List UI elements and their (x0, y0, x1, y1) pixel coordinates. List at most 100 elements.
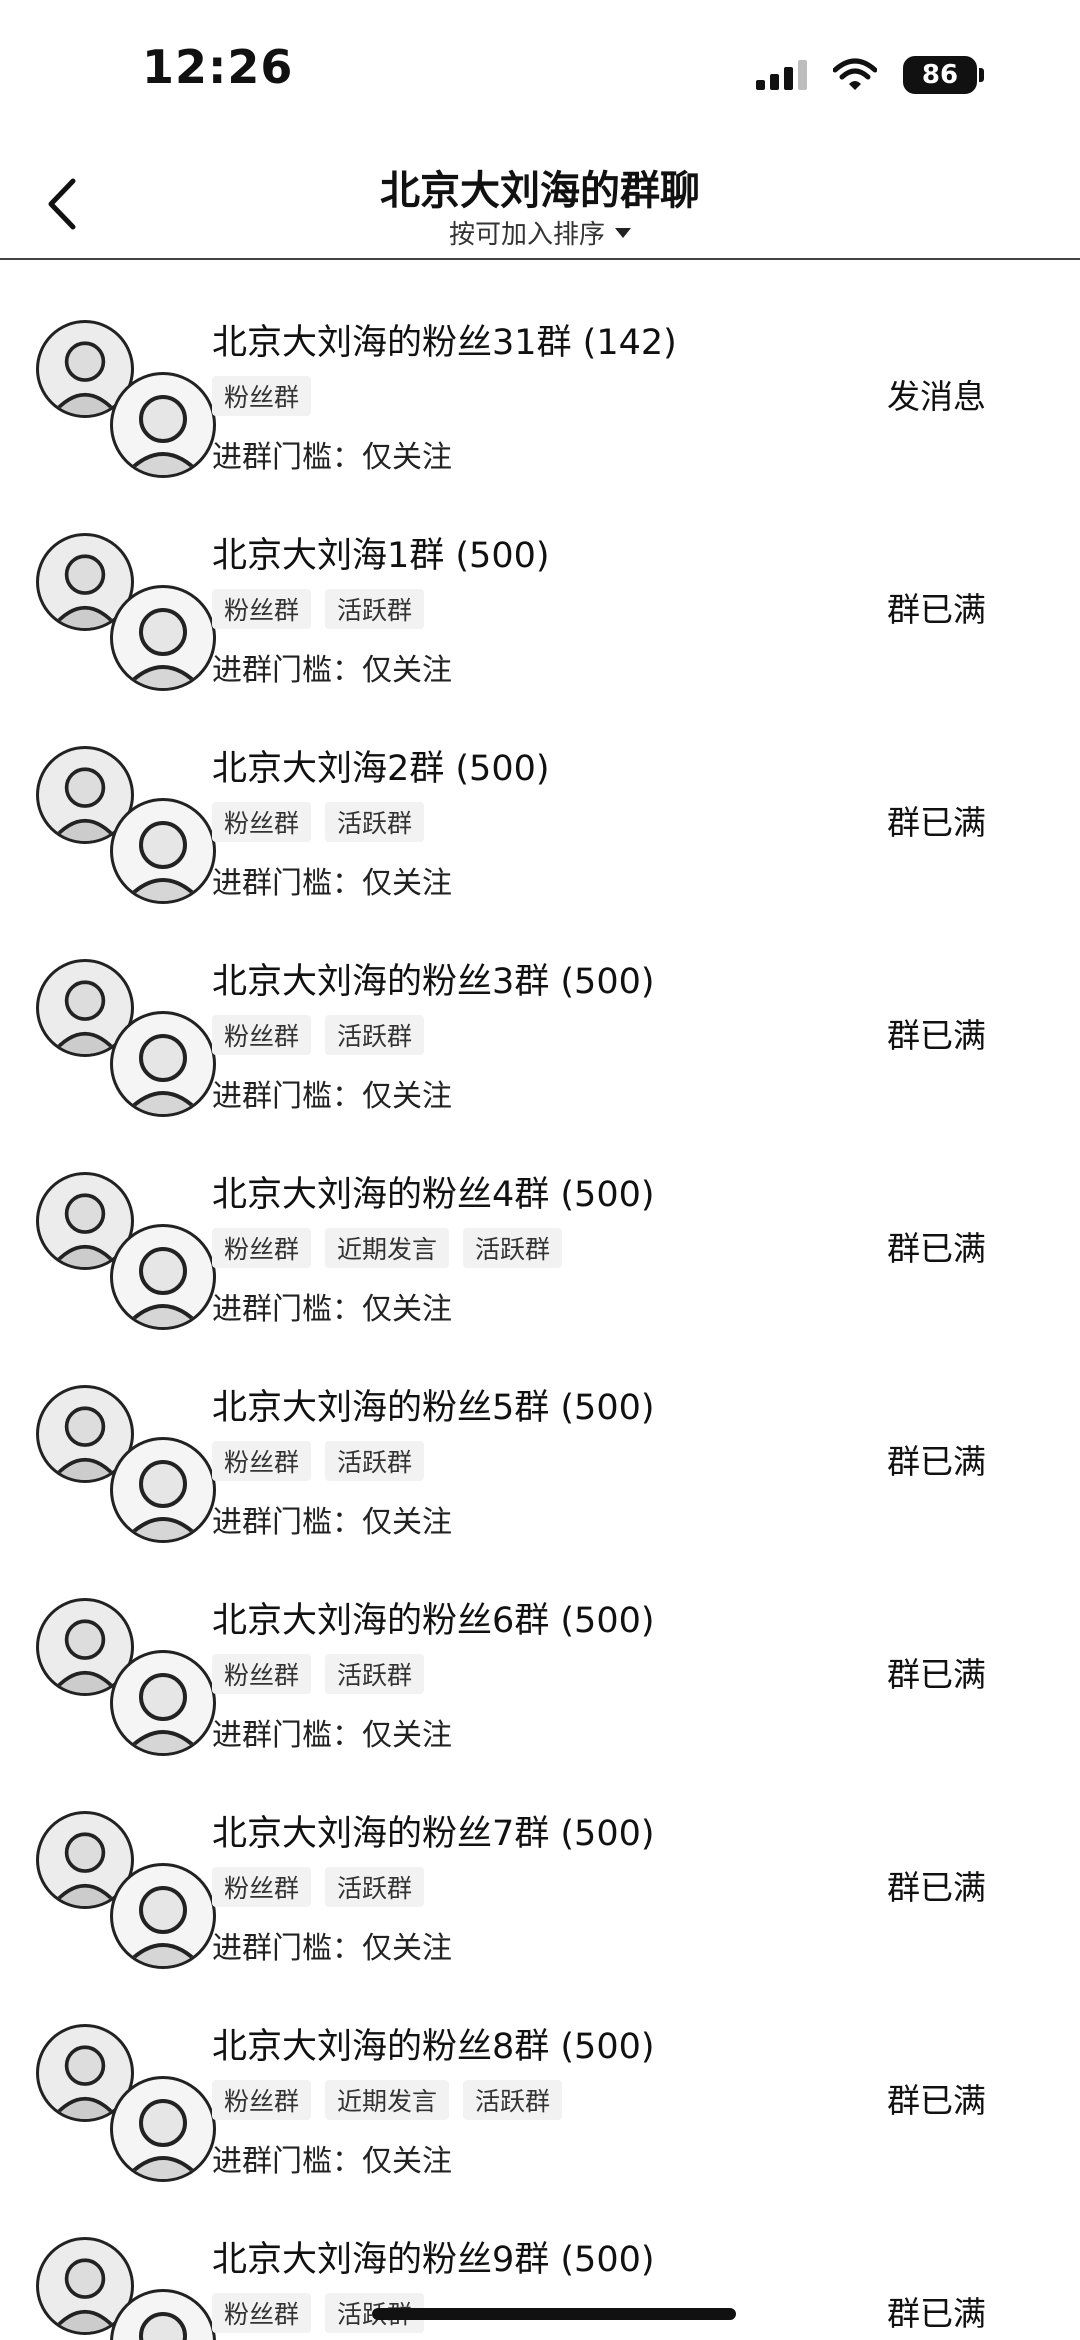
group-tag: 活跃群 (325, 1654, 425, 1694)
group-tags: 粉丝群活跃群 (212, 1015, 425, 1055)
wifi-icon (833, 58, 877, 90)
group-requirement: 进群门槛：仅关注 (212, 2144, 452, 2179)
group-tag: 粉丝群 (212, 376, 312, 416)
avatar (110, 2076, 216, 2182)
group-full-label: 群已满 (887, 803, 986, 842)
sort-label: 按可加入排序 (448, 220, 605, 250)
group-requirement: 进群门槛：仅关注 (212, 653, 452, 688)
group-tag: 近期发言 (325, 2080, 450, 2120)
group-list: 北京大刘海的粉丝31群 (142) 粉丝群 进群门槛：仅关注 发消息 北京大刘海1群 (… (0, 262, 1080, 2340)
group-full-label: 群已满 (887, 1016, 986, 1055)
group-title: 北京大刘海的粉丝8群 (500) (212, 2027, 655, 2067)
group-row[interactable]: 北京大刘海的粉丝6群 (500) 粉丝群 活跃群进群门槛：仅关注 群已满 (0, 1540, 1080, 1756)
group-title: 北京大刘海2群 (500) (212, 749, 550, 789)
group-tag: 粉丝群 (212, 1654, 312, 1694)
group-tags: 粉丝群活跃群 (212, 1867, 425, 1907)
group-tag: 活跃群 (325, 589, 425, 629)
avatar (110, 372, 216, 478)
group-full-label: 群已满 (887, 2081, 986, 2120)
group-tags: 粉丝群活跃群 (212, 589, 425, 629)
group-requirement: 进群门槛：仅关注 (212, 440, 452, 475)
avatar (110, 1224, 216, 1330)
group-tag: 近期发言 (325, 1228, 450, 1268)
group-tag: 活跃群 (325, 1867, 425, 1907)
avatar (110, 798, 216, 904)
battery-level: 86 (903, 56, 977, 94)
avatar (110, 1863, 216, 1969)
group-full-label: 群已满 (887, 1868, 986, 1907)
group-title: 北京大刘海的粉丝7群 (500) (212, 1814, 655, 1854)
group-full-label: 群已满 (887, 1442, 986, 1481)
group-tag: 粉丝群 (212, 2293, 312, 2333)
group-row[interactable]: 北京大刘海1群 (500) 粉丝群 活跃群进群门槛：仅关注 群已满 (0, 475, 1080, 691)
group-title: 北京大刘海的粉丝9群 (500) (212, 2240, 655, 2280)
group-tag: 粉丝群 (212, 802, 312, 842)
group-row[interactable]: 北京大刘海的粉丝8群 (500) 粉丝群 近期发言 活跃群 进群门槛：仅关注 群已满 (0, 1966, 1080, 2182)
group-requirement: 进群门槛：仅关注 (212, 1292, 452, 1327)
group-tag: 粉丝群 (212, 1441, 312, 1481)
status-icons: 86 (756, 52, 984, 98)
battery-icon: 86 (903, 56, 984, 94)
group-tag: 粉丝群 (212, 1867, 312, 1907)
group-full-label: 群已满 (887, 590, 986, 629)
group-avatar (36, 746, 216, 904)
avatar (110, 1437, 216, 1543)
group-requirement: 进群门槛：仅关注 (212, 1931, 452, 1966)
group-tag: 活跃群 (325, 802, 425, 842)
group-requirement: 进群门槛：仅关注 (212, 1718, 452, 1753)
group-tag: 粉丝群 (212, 1015, 312, 1055)
group-tag: 活跃群 (463, 2080, 563, 2120)
group-requirement: 进群门槛：仅关注 (212, 866, 452, 901)
group-row[interactable]: 北京大刘海的粉丝31群 (142) 粉丝群进群门槛：仅关注 发消息 (0, 262, 1080, 478)
group-tag: 活跃群 (325, 1015, 425, 1055)
group-tag: 粉丝群 (212, 2080, 312, 2120)
group-avatar (36, 2024, 216, 2182)
avatar (110, 585, 216, 691)
avatar (110, 1011, 216, 1117)
group-tags: 粉丝群活跃群 (212, 802, 425, 842)
group-avatar (36, 1598, 216, 1756)
group-row[interactable]: 北京大刘海2群 (500) 粉丝群 活跃群进群门槛：仅关注 群已满 (0, 688, 1080, 904)
group-avatar (36, 533, 216, 691)
group-avatar (36, 1172, 216, 1330)
group-title: 北京大刘海的粉丝5群 (500) (212, 1388, 655, 1428)
signal-icon (756, 60, 807, 90)
group-avatar (36, 1385, 216, 1543)
group-avatar (36, 959, 216, 1117)
page-title: 北京大刘海的群聊 (380, 168, 700, 214)
group-full-label: 群已满 (887, 2294, 986, 2333)
group-requirement: 进群门槛：仅关注 (212, 1505, 452, 1540)
group-avatar (36, 320, 216, 478)
nav-bar: 北京大刘海的群聊 按可加入排序 (0, 140, 1080, 260)
group-full-label: 群已满 (887, 1229, 986, 1268)
group-tag: 活跃群 (325, 1441, 425, 1481)
home-indicator (372, 2308, 736, 2320)
group-tag: 粉丝群 (212, 589, 312, 629)
group-row[interactable]: 北京大刘海的粉丝4群 (500) 粉丝群 近期发言 活跃群 进群门槛：仅关注 群已满 (0, 1114, 1080, 1330)
group-tags: 粉丝群活跃群 (212, 1654, 425, 1694)
group-tags: 粉丝群 (212, 376, 312, 416)
group-title: 北京大刘海1群 (500) (212, 536, 550, 576)
group-title: 北京大刘海的粉丝4群 (500) (212, 1175, 655, 1215)
status-bar: 12:26 86 (0, 0, 1080, 140)
group-requirement: 进群门槛：仅关注 (212, 1079, 452, 1114)
group-title: 北京大刘海的粉丝3群 (500) (212, 962, 655, 1002)
group-row[interactable]: 北京大刘海的粉丝7群 (500) 粉丝群 活跃群进群门槛：仅关注 群已满 (0, 1753, 1080, 1969)
group-tag: 活跃群 (463, 1228, 563, 1268)
group-tag: 粉丝群 (212, 1228, 312, 1268)
send-message-button[interactable]: 发消息 (887, 370, 986, 418)
sort-dropdown[interactable]: 按可加入排序 (0, 214, 1080, 251)
group-row[interactable]: 北京大刘海的粉丝3群 (500) 粉丝群 活跃群进群门槛：仅关注 群已满 (0, 901, 1080, 1117)
avatar (110, 1650, 216, 1756)
group-row[interactable]: 北京大刘海的粉丝5群 (500) 粉丝群 活跃群进群门槛：仅关注 群已满 (0, 1327, 1080, 1543)
caret-down-icon (615, 227, 631, 238)
group-tags: 粉丝群活跃群 (212, 1441, 425, 1481)
group-tags: 粉丝群 近期发言 活跃群 (212, 2080, 563, 2120)
group-full-label: 群已满 (887, 1655, 986, 1694)
group-avatar (36, 2237, 216, 2340)
group-title: 北京大刘海的粉丝6群 (500) (212, 1601, 655, 1641)
status-time: 12:26 (142, 40, 294, 94)
group-tags: 粉丝群 近期发言 活跃群 (212, 1228, 563, 1268)
group-avatar (36, 1811, 216, 1969)
group-title: 北京大刘海的粉丝31群 (142) (212, 323, 677, 363)
